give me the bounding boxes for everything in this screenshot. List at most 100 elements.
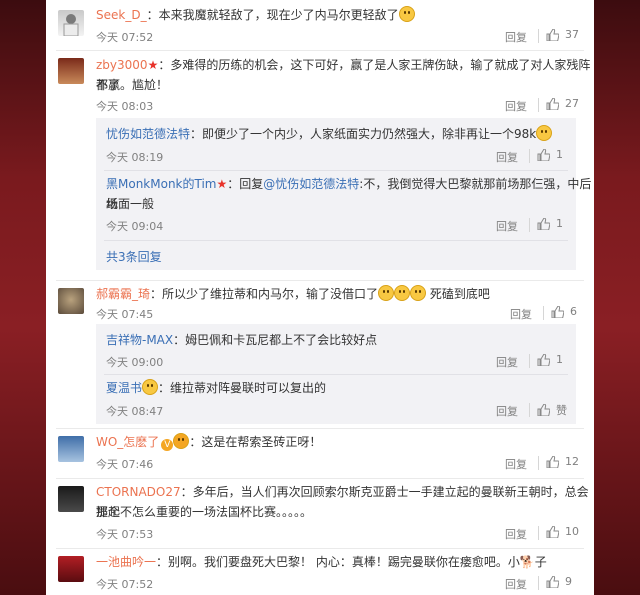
star-badge-icon: ★ [216,177,228,191]
separator [529,218,530,232]
reply-button[interactable]: 回复 [496,354,518,370]
username[interactable]: WO_怎麽了 [96,435,159,449]
avatar[interactable] [58,556,84,582]
comment-body: WO_怎麽了 V ：这是在帮索圣砖正呀！ [96,432,321,452]
separator [538,526,539,540]
timestamp: 今天 07:46 [96,458,154,471]
reply-button[interactable]: 回复 [496,403,518,419]
username[interactable]: CTORNADO27 [96,485,181,499]
dog-emoji-icon: 🐕 [519,555,535,569]
comment-text-tail: 子 [534,555,547,569]
avatar[interactable] [58,486,84,512]
timestamp: 今天 08:19 [106,151,164,164]
username[interactable]: Seek_D_ [96,8,147,22]
comment-text: ：本来我魔就轻敌了，现在少了内马尔更轻敌了 [146,8,399,22]
thumb-up-icon [537,404,550,416]
comment-text: ：姆巴佩和卡瓦尼都上不了会比较好点 [173,333,378,347]
right-background [594,0,640,595]
reply-button[interactable]: 回复 [496,149,518,165]
separator [538,576,539,590]
reply-button[interactable]: 回复 [505,29,527,45]
username[interactable]: 夏温书 [106,381,142,395]
reply-button[interactable]: 回复 [505,526,527,542]
username[interactable]: zby3000 [96,58,148,72]
username[interactable]: 郝霸霸_琦 [96,287,150,301]
mention-link[interactable]: @忧伤如范德法特 [263,177,359,191]
like-button[interactable]: 27 [546,97,579,110]
avatar[interactable] [58,436,84,462]
like-count: 9 [565,575,572,588]
timestamp: 今天 07:53 [96,528,154,541]
separator [538,456,539,470]
like-button[interactable]: 6 [551,305,577,318]
divider [56,428,584,429]
like-button[interactable]: 37 [546,28,579,41]
username[interactable]: 吉祥物-MAX [106,333,173,347]
separator [543,306,544,320]
avatar[interactable] [58,58,84,84]
separator [529,403,530,417]
divider [56,50,584,51]
username[interactable]: 黑MonkMonk的Tim [106,177,217,191]
comment-text-cont: 纸面一般 [106,197,155,211]
thumb-up-icon [551,305,564,318]
like-count: 1 [556,148,563,161]
timestamp: 今天 09:04 [106,220,164,233]
comment-text: ：多难得的历练的机会，这下可好，赢了是人家王牌伤缺，输了就成了对人家残阵都赢 [96,58,591,92]
verified-icon: V [161,439,174,451]
separator [529,149,530,163]
thumb-up-icon [537,148,550,161]
avatar[interactable] [58,288,84,314]
like-count: 27 [565,97,579,110]
timestamp: 今天 07:45 [96,308,154,321]
more-replies-link[interactable]: 共3条回复 [106,248,162,265]
thumb-up-icon [537,353,550,366]
username[interactable]: 一池曲吟一 [96,555,156,569]
like-count: 赞 [556,404,567,417]
comment-body: zby3000★：多难得的历练的机会，这下可好，赢了是人家王牌伤缺，输了就成了对… [96,55,594,95]
emoji-icon [378,285,395,301]
thumb-up-icon [546,97,559,110]
thumb-up-icon [537,217,550,230]
like-count: 1 [556,353,563,366]
username[interactable]: 忧伤如范德法特 [106,127,190,141]
star-badge-icon: ★ [147,58,159,72]
separator [538,98,539,112]
reply-button[interactable]: 回复 [510,306,532,322]
left-background [0,0,46,595]
like-button[interactable]: 10 [546,525,579,538]
comment-text: ：维拉蒂对阵曼联时可以复出的 [158,381,327,395]
reply-button[interactable]: 回复 [496,218,518,234]
reply-button[interactable]: 回复 [505,576,527,592]
comment-body: 郝霸霸_琦：所以少了维拉蒂和内马尔，输了没借口了 死磕到底吧 [96,284,490,304]
emoji-icon [410,285,427,301]
like-button[interactable]: 1 [537,217,563,230]
timestamp: 今天 08:47 [106,405,164,418]
divider [56,548,584,549]
like-count: 37 [565,28,579,41]
comment-text-cont: 不了。尴尬！ [96,78,169,92]
like-count: 10 [565,525,579,538]
like-button[interactable]: 9 [546,575,572,588]
reply-prefix: ：回复 [227,177,264,191]
separator [538,29,539,43]
like-button[interactable]: 12 [546,455,579,468]
comment-panel: Seek_D_：本来我魔就轻敌了，现在少了内马尔更轻敌了 今天 07:52 回复… [46,0,594,595]
divider [56,280,584,281]
comment-body: Seek_D_：本来我魔就轻敌了，现在少了内马尔更轻敌了 [96,5,415,25]
reply-button[interactable]: 回复 [505,456,527,472]
divider [104,170,568,171]
like-button[interactable]: 赞 [537,402,567,418]
like-count: 1 [556,217,563,230]
thumb-up-icon [546,28,559,41]
reply-button[interactable]: 回复 [505,98,527,114]
like-button[interactable]: 1 [537,353,563,366]
comment-text: ：这是在帮索圣砖正呀！ [189,435,322,449]
like-button[interactable]: 1 [537,148,563,161]
emoji-icon [142,379,159,395]
comment-text: ：所以少了维拉蒂和内马尔，输了没借口了 [150,287,379,301]
emoji-icon [536,125,553,141]
avatar[interactable] [58,10,84,36]
timestamp: 今天 07:52 [96,578,154,591]
separator [529,354,530,368]
